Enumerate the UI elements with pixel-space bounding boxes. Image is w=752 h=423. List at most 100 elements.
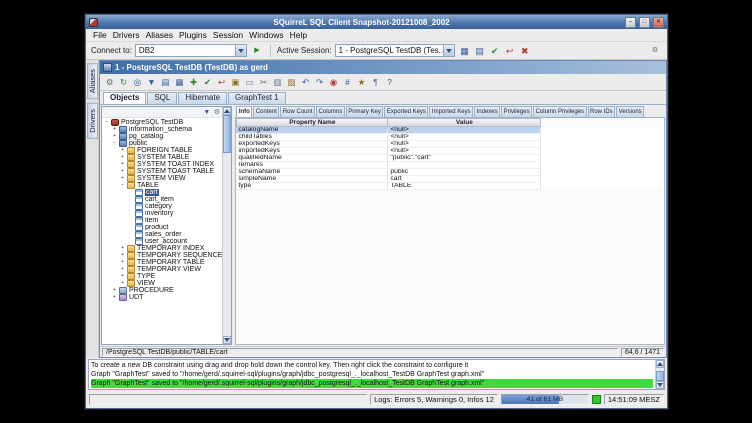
scrollbar-track[interactable] — [223, 153, 231, 336]
tree-node-table[interactable]: −TABLE — [102, 182, 222, 189]
tree-node-cart-item[interactable]: cart_item — [102, 196, 222, 203]
minimize-button[interactable]: – — [625, 17, 636, 28]
global-preferences-button[interactable]: ⚙ — [648, 44, 662, 58]
undo-icon[interactable]: ↶ — [299, 76, 312, 89]
window-titlebar[interactable]: SQuirreL SQL Client Snapshot-20121008_20… — [86, 15, 667, 29]
scroll-up-icon[interactable] — [656, 360, 664, 368]
tree-node-view[interactable]: +VIEW — [102, 280, 222, 287]
tree-node-udt[interactable]: +UDT — [102, 294, 222, 301]
column-header-property-name[interactable]: Property Name — [236, 118, 388, 127]
menu-windows[interactable]: Windows — [246, 29, 286, 41]
info-table-row[interactable]: simpleNamecart — [236, 176, 664, 183]
tree-node-inventory[interactable]: inventory — [102, 210, 222, 217]
tree-node-system-table[interactable]: +SYSTEM TABLE — [102, 154, 222, 161]
collapse-handle[interactable]: − — [119, 183, 126, 188]
expand-handle[interactable]: + — [119, 169, 126, 174]
session-frame-titlebar[interactable]: 1 - PostgreSQL TestDB (TestDB) as gerd — [100, 61, 666, 74]
connect-alias-icon[interactable]: ▶ — [252, 46, 261, 55]
expand-handle[interactable]: + — [119, 274, 126, 279]
tree-setup-icon[interactable]: ⚙ — [212, 108, 221, 117]
detail-tab-columns[interactable]: Columns — [316, 106, 345, 117]
tree-node-product[interactable]: product — [102, 224, 222, 231]
expand-handle[interactable]: + — [119, 260, 126, 265]
object-tree-icon[interactable]: ▦ — [173, 76, 186, 89]
detail-tab-primary-key[interactable]: Primary Key — [346, 106, 384, 117]
close-button[interactable]: ✕ — [653, 17, 664, 28]
expand-handle[interactable]: + — [119, 253, 126, 258]
collapse-handle[interactable]: − — [103, 120, 110, 125]
detail-tab-privileges[interactable]: Privileges — [501, 106, 532, 117]
tree-node-information-schema[interactable]: +information_schema — [102, 126, 222, 133]
new-worksheet-icon[interactable]: ✚ — [187, 76, 200, 89]
active-session-combo[interactable]: 1 - PostgreSQL TestDB (Tes... — [335, 44, 455, 57]
collapse-handle[interactable]: − — [111, 141, 118, 146]
print-icon[interactable]: ▭ — [243, 76, 256, 89]
expand-handle[interactable]: + — [119, 148, 126, 153]
tree-node-pg-catalog[interactable]: +pg_catalog — [102, 133, 222, 140]
session-properties-icon[interactable]: ⚙ — [103, 76, 116, 89]
log-scrollbar[interactable] — [655, 360, 664, 389]
scroll-up-icon[interactable] — [223, 107, 231, 115]
log-status[interactable]: Logs: Errors 5, Warnings 0, Infos 12 — [370, 394, 498, 405]
refresh-tree-icon[interactable]: ↻ — [117, 76, 130, 89]
redo-icon[interactable]: ↷ — [313, 76, 326, 89]
tree-node-temporary-index[interactable]: +TEMPORARY INDEX — [102, 245, 222, 252]
expand-handle[interactable]: + — [119, 281, 126, 286]
info-table-row[interactable]: typeTABLE — [236, 183, 664, 190]
commit-session-icon[interactable]: ✔ — [488, 44, 502, 58]
detail-tab-row-ids[interactable]: Row IDs — [588, 106, 616, 117]
expand-handle[interactable]: + — [119, 267, 126, 272]
detail-tab-info[interactable]: Info — [236, 106, 252, 117]
scrollbar-thumb[interactable] — [656, 371, 664, 381]
info-table-row[interactable]: childTables<null> — [236, 134, 664, 141]
expand-handle[interactable]: + — [111, 134, 118, 139]
copy-icon[interactable]: ▥ — [271, 76, 284, 89]
sql-worksheet-icon[interactable]: ▤ — [159, 76, 172, 89]
tree-node-temporary-sequence[interactable]: +TEMPORARY SEQUENCE — [102, 252, 222, 259]
tab-hibernate[interactable]: Hibernate — [178, 92, 227, 104]
menu-session[interactable]: Session — [210, 29, 246, 41]
bookmark-icon[interactable]: ★ — [355, 76, 368, 89]
detail-tab-indexes[interactable]: Indexes — [474, 106, 500, 117]
autocommit-icon[interactable]: ▣ — [229, 76, 242, 89]
side-tab-aliases[interactable]: Aliases — [87, 63, 98, 99]
chevron-down-icon[interactable] — [235, 45, 246, 56]
rollback-session-icon[interactable]: ↩ — [503, 44, 517, 58]
help-icon[interactable]: ? — [383, 76, 396, 89]
tree-node-sales-order[interactable]: sales_order — [102, 231, 222, 238]
detail-tab-exported-keys[interactable]: Exported Keys — [384, 106, 428, 117]
tree-node-item[interactable]: item — [102, 217, 222, 224]
new-sql-worksheet-icon[interactable]: ▤ — [473, 44, 487, 58]
tree-node-cart[interactable]: cart — [102, 189, 222, 196]
menu-file[interactable]: File — [90, 29, 110, 41]
side-tab-drivers[interactable]: Drivers — [87, 103, 98, 139]
expand-handle[interactable]: + — [119, 162, 126, 167]
menu-drivers[interactable]: Drivers — [110, 29, 143, 41]
info-table-row[interactable]: catalogName<null> — [236, 127, 664, 134]
detail-tab-imported-keys[interactable]: Imported Keys — [429, 106, 473, 117]
tab-objects[interactable]: Objects — [103, 92, 146, 104]
info-table-row[interactable]: schemaNamepublic — [236, 169, 664, 176]
connect-alias-button[interactable]: ▶ — [250, 44, 264, 58]
chevron-down-icon[interactable] — [443, 45, 454, 56]
tree-node-procedure[interactable]: +PROCEDURE — [102, 287, 222, 294]
tree-node-category[interactable]: category — [102, 203, 222, 210]
detail-tab-content[interactable]: Content — [253, 106, 279, 117]
info-table-row[interactable]: qualifiedName"public"."cart" — [236, 155, 664, 162]
memory-bar[interactable]: 41 of 61 MB — [501, 394, 589, 405]
close-session-icon[interactable]: ✖ — [518, 44, 532, 58]
tree-filter-icon[interactable]: ▼ — [202, 108, 211, 117]
detail-tab-versions[interactable]: Versions — [616, 106, 644, 117]
tree-node-user-account[interactable]: user_account — [102, 238, 222, 245]
info-table-row[interactable]: importedKeys<null> — [236, 148, 664, 155]
tree-node-temporary-view[interactable]: +TEMPORARY VIEW — [102, 266, 222, 273]
tree-node-postgresql-testdb[interactable]: −PostgreSQL TestDB — [102, 119, 222, 126]
tab-sql[interactable]: SQL — [147, 92, 177, 104]
info-table-row[interactable]: exportedKeys<null> — [236, 141, 664, 148]
session-indicator[interactable] — [592, 395, 601, 404]
detail-tab-column-privileges[interactable]: Column Privileges — [533, 106, 586, 117]
tree-node-temporary-table[interactable]: +TEMPORARY TABLE — [102, 259, 222, 266]
expand-handle[interactable]: + — [111, 295, 118, 300]
menu-aliases[interactable]: Aliases — [143, 29, 176, 41]
paste-icon[interactable]: ▨ — [285, 76, 298, 89]
